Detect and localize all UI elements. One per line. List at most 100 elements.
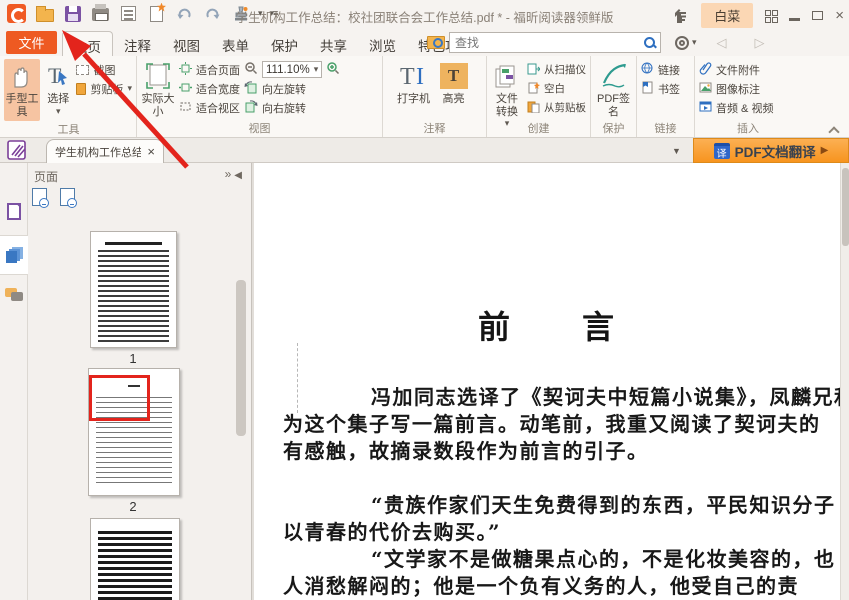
gear-icon[interactable]	[675, 36, 689, 50]
bookmarks-panel-button[interactable]	[0, 193, 28, 229]
pdf-text-block: 冯加同志选译了《契诃夫中短篇小说集》，凤麟兄和译 为这个集子写一篇前言。动笔前，…	[283, 384, 841, 600]
main-scrollbar-thumb[interactable]	[842, 168, 849, 246]
page-thumbnail-3[interactable]	[90, 518, 180, 600]
search-folder-icon[interactable]	[427, 36, 445, 49]
blank-doc-button[interactable]: 空白	[527, 80, 586, 97]
snapshot-icon	[76, 65, 89, 75]
close-button[interactable]: ×	[835, 8, 844, 23]
panel-controls[interactable]: »◀	[225, 167, 245, 181]
tab-protect[interactable]: 保护	[260, 31, 309, 56]
rotate-right-button[interactable]: 向右旋转	[244, 99, 362, 116]
fit-visible-button[interactable]: 适合视区	[179, 99, 240, 116]
typewriter-button[interactable]: TI 打字机	[397, 59, 431, 106]
image-annot-button[interactable]: 图像标注	[699, 80, 773, 97]
highlight-icon: T	[440, 61, 468, 91]
tab-share[interactable]: 共享	[309, 31, 358, 56]
user-account-button[interactable]: 白菜	[701, 3, 753, 28]
thumbnail-zoom-in-icon[interactable]	[32, 188, 47, 206]
current-view-rectangle	[89, 375, 150, 421]
comments-panel-button[interactable]	[0, 277, 28, 313]
thumbnail-toolbar	[32, 188, 75, 206]
rotate-left-button[interactable]: 向左旋转	[244, 80, 362, 97]
pdf-sign-button[interactable]: PDF签名	[596, 59, 632, 118]
link-button[interactable]: 链接	[641, 61, 680, 78]
gear-dropdown-caret[interactable]: ▾	[692, 37, 697, 48]
restore-button[interactable]	[812, 11, 823, 20]
thumbnail-zoom-out-icon[interactable]	[60, 188, 75, 206]
panel-expand-icon[interactable]: »	[225, 167, 235, 181]
pages-panel-button[interactable]	[0, 235, 28, 275]
page-thumbnail-1[interactable]	[90, 231, 177, 348]
page-number-2: 2	[88, 499, 178, 514]
page-thumbnail-2[interactable]	[88, 368, 180, 496]
search-input[interactable]	[450, 36, 643, 50]
fit-page-button[interactable]: 适合页面	[179, 61, 240, 78]
bookmark-button[interactable]: 书签	[641, 80, 680, 97]
page-prev-chevron[interactable]: ◁	[717, 35, 727, 51]
convert-button[interactable]: 文件转换 ▾	[491, 59, 523, 129]
rotate-right-icon	[244, 100, 258, 116]
translate-icon: 译	[714, 143, 730, 159]
ribbon-collapse-chevron[interactable]	[829, 127, 839, 133]
audio-video-icon	[699, 100, 712, 116]
zoom-level-box[interactable]: 111.10%▾	[262, 61, 322, 78]
layout-grid-icon[interactable]	[765, 10, 777, 22]
sidebar-scrollbar-thumb[interactable]	[236, 280, 246, 436]
document-tab-title: 学生机构工作总结：校...	[55, 144, 141, 160]
tab-close-icon[interactable]: ×	[147, 145, 155, 158]
pages-icon	[6, 247, 22, 263]
snapshot-button[interactable]: 截图	[76, 61, 132, 78]
tab-form[interactable]: 表单	[211, 31, 260, 56]
select-tool-button[interactable]: T 选择 ▾	[44, 59, 72, 116]
app-window: ▾ ▾≡ 学生机构工作总结：校社团联合会工作总结.pdf * - 福昕阅读器领鲜…	[0, 0, 849, 600]
from-clipboard-button[interactable]: 从剪贴板	[527, 99, 586, 116]
highlight-button[interactable]: T 高亮	[435, 59, 473, 106]
actual-size-icon	[145, 61, 171, 91]
rotate-left-icon	[244, 81, 258, 97]
clipboard-caret: ▾	[127, 83, 132, 94]
tab-comment[interactable]: 注释	[113, 31, 162, 56]
file-attach-button[interactable]: 文件附件	[699, 61, 773, 78]
ribbon-group-link: 链接 书签 链接	[637, 56, 695, 137]
select-tool-icon: T	[46, 61, 70, 91]
file-menu-button[interactable]: 文件	[6, 31, 57, 54]
document-tab[interactable]: 学生机构工作总结：校... ×	[46, 139, 164, 163]
tab-browse[interactable]: 浏览	[358, 31, 407, 56]
clipboard-icon	[76, 83, 86, 95]
from-scanner-label: 从扫描仪	[544, 62, 586, 77]
translate-label: PDF文档翻译	[735, 141, 816, 161]
from-scanner-button[interactable]: 从扫描仪	[527, 61, 586, 78]
titlebar-right-controls: 白菜 ×	[671, 3, 844, 28]
pages-panel: 页面 »◀ 1 2	[28, 163, 252, 600]
zoom-in-icon[interactable]	[326, 61, 340, 78]
audio-video-label: 音频 & 视频	[716, 100, 773, 116]
fit-width-button[interactable]: 适合宽度	[179, 80, 240, 97]
tab-home[interactable]: 主页	[62, 31, 113, 56]
search-icon[interactable]	[643, 36, 657, 50]
tab-view[interactable]: 视图	[162, 31, 211, 56]
hand-pointer-icon[interactable]	[671, 7, 689, 25]
clipboard-button[interactable]: 剪贴板 ▾	[76, 80, 132, 97]
convert-label: 文件转换	[491, 93, 523, 118]
minimize-button[interactable]	[789, 18, 800, 21]
hand-tool-button[interactable]: 手型工具	[4, 59, 40, 121]
foxit-reader-hand-icon	[7, 139, 29, 161]
navigation-strip	[0, 163, 28, 600]
zoom-out-icon[interactable]	[244, 61, 258, 78]
comments-icon	[5, 288, 23, 302]
pdf-translate-button[interactable]: 译 PDF文档翻译 ▶	[693, 138, 849, 163]
zoom-level-value: 111.10%	[266, 64, 310, 76]
main-scrollbar[interactable]	[840, 163, 849, 600]
ribbon-group-insert: 文件附件 图像标注 音频 & 视频 插入	[695, 56, 801, 137]
actual-size-button[interactable]: 实际大小	[141, 59, 175, 118]
fit-page-icon	[179, 62, 192, 78]
group-label-tools: 工具	[0, 121, 137, 137]
panel-collapse-icon[interactable]: ◀	[234, 170, 245, 181]
thumb1-text-lines	[98, 250, 169, 342]
audio-video-button[interactable]: 音频 & 视频	[699, 99, 773, 116]
document-view: 前 言 冯加同志选译了《契诃夫中短篇小说集》，凤麟兄和译 为这个集子写一篇前言。…	[252, 163, 849, 600]
rotate-right-label: 向右旋转	[262, 100, 306, 116]
page-next-chevron[interactable]: ▷	[755, 35, 765, 51]
tab-list-caret[interactable]: ▼	[672, 146, 681, 156]
pdf-heading: 前 言	[478, 302, 634, 348]
